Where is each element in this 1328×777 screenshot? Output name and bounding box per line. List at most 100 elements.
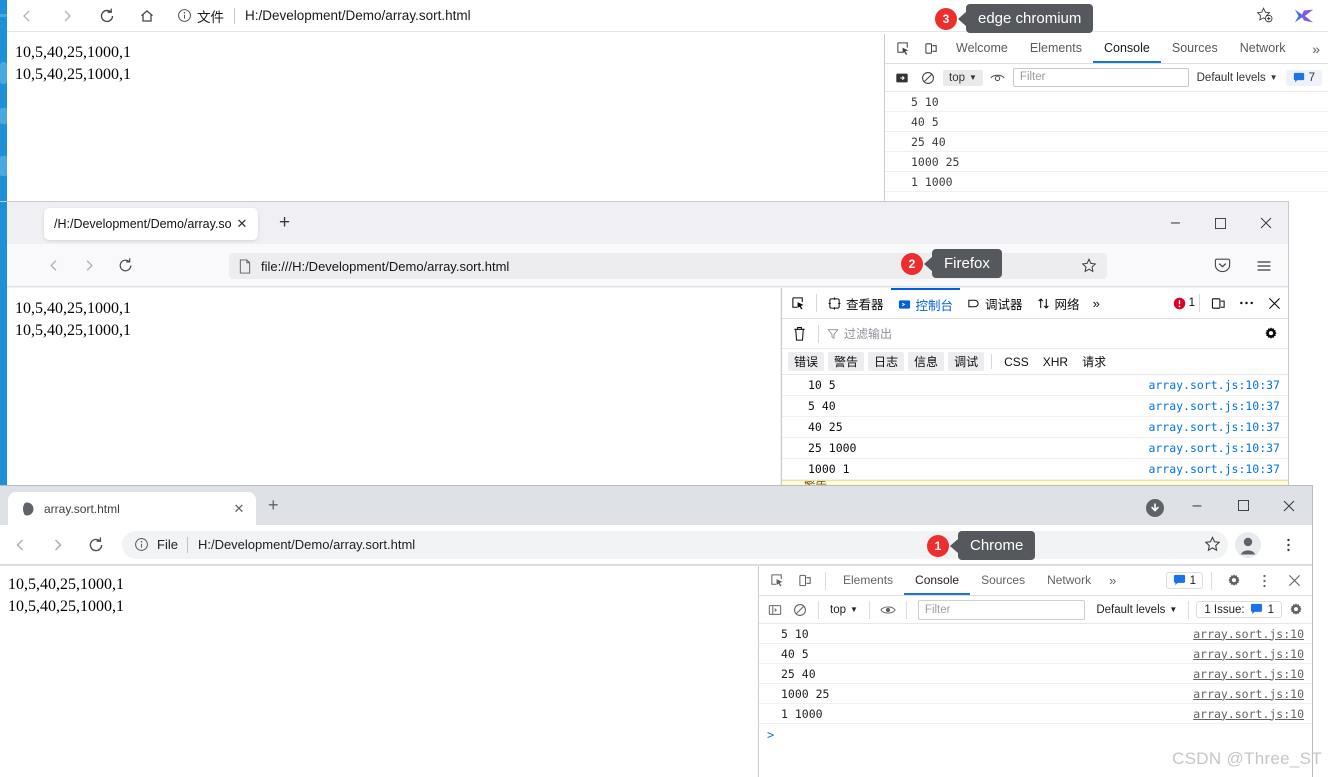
filter-css[interactable]: CSS: [999, 354, 1034, 370]
more-tabs-chevron-icon[interactable]: »: [1102, 573, 1123, 588]
close-devtools-icon[interactable]: [1280, 567, 1308, 595]
close-tab-icon[interactable]: ✕: [230, 501, 248, 517]
filter-xhr[interactable]: XHR: [1038, 354, 1073, 370]
bookmark-star-icon[interactable]: [1203, 535, 1228, 554]
console-filter-input[interactable]: Filter: [917, 599, 1086, 620]
tab-elements[interactable]: Elements: [832, 566, 904, 595]
level-info[interactable]: 信息: [908, 352, 945, 371]
tab-console[interactable]: Console: [904, 566, 971, 595]
new-tab-button[interactable]: +: [268, 496, 279, 514]
tab-console[interactable]: Console: [1092, 34, 1161, 63]
back-arrow-icon[interactable]: [7, 0, 47, 31]
close-devtools-icon[interactable]: [1260, 288, 1288, 318]
more-tabs-chevron-icon[interactable]: »: [1087, 296, 1106, 311]
clear-console-icon[interactable]: [917, 67, 939, 89]
console-prompt[interactable]: >: [759, 724, 1312, 746]
reload-icon[interactable]: [78, 527, 114, 563]
console-source-link[interactable]: array.sort.js:10:37: [1148, 399, 1280, 413]
firefox-tab[interactable]: /H:/Development/Demo/array.sort.l ✕: [44, 208, 258, 240]
pocket-icon[interactable]: [1204, 248, 1240, 284]
chrome-address-bar[interactable]: File H:/Development/Demo/array.sort.html: [122, 530, 1228, 559]
maximize-button[interactable]: [1198, 202, 1243, 244]
live-expression-icon[interactable]: [877, 599, 899, 621]
console-source-link[interactable]: array.sort.js:10:37: [1148, 378, 1280, 392]
tab-sources[interactable]: Sources: [970, 566, 1036, 595]
chrome-tab[interactable]: array.sort.html ✕: [8, 492, 256, 525]
forward-arrow-icon[interactable]: [47, 0, 87, 31]
tab-debugger[interactable]: 调试器: [960, 288, 1030, 318]
clear-console-icon[interactable]: [788, 326, 810, 342]
close-button[interactable]: [1266, 490, 1312, 522]
extension-icon[interactable]: [1284, 0, 1324, 31]
issues-badge[interactable]: 7: [1285, 69, 1322, 86]
error-count-badge[interactable]: 1: [1173, 297, 1195, 310]
console-source-link[interactable]: array.sort.js:10:37: [1148, 420, 1280, 434]
console-source-link[interactable]: array.sort.js:10:37: [1148, 462, 1280, 476]
tab-welcome[interactable]: Welcome: [945, 34, 1019, 63]
console-filter-input[interactable]: 过滤输出: [827, 325, 1252, 342]
level-errors[interactable]: 错误: [788, 352, 825, 371]
execution-context-selector[interactable]: top ▼: [943, 69, 983, 86]
responsive-design-mode-icon[interactable]: [1204, 288, 1232, 318]
more-tabs-chevron-icon[interactable]: »: [1304, 41, 1328, 57]
back-arrow-icon[interactable]: [2, 527, 38, 563]
devtools-more-options-icon[interactable]: [1250, 567, 1278, 595]
inspect-element-icon[interactable]: [763, 567, 791, 595]
device-toolbar-icon[interactable]: [791, 567, 819, 595]
forward-arrow-icon[interactable]: [71, 247, 107, 283]
maximize-button[interactable]: [1220, 490, 1266, 522]
minimize-button[interactable]: –: [1153, 202, 1198, 244]
device-toolbar-icon[interactable]: [917, 35, 945, 63]
hamburger-menu-icon[interactable]: [1246, 248, 1282, 284]
console-levels-dropdown[interactable]: Default levels ▼: [1193, 72, 1282, 84]
reload-icon[interactable]: [107, 247, 143, 283]
console-source-link[interactable]: array.sort.js:10: [1193, 687, 1304, 701]
add-favorite-star-icon[interactable]: [1244, 0, 1284, 31]
element-picker-icon[interactable]: [784, 288, 812, 318]
reload-icon[interactable]: [87, 0, 127, 31]
filter-requests[interactable]: 请求: [1077, 352, 1111, 371]
close-button[interactable]: [1243, 202, 1288, 244]
forward-arrow-icon[interactable]: [40, 527, 76, 563]
issues-badge[interactable]: 1: [1165, 572, 1203, 589]
inspect-element-icon[interactable]: [889, 35, 917, 63]
level-warnings[interactable]: 警告: [828, 352, 865, 371]
tab-sources[interactable]: Sources: [1161, 34, 1229, 63]
console-source-link[interactable]: array.sort.js:10: [1193, 707, 1304, 721]
console-levels-dropdown[interactable]: Default levels ▼: [1092, 604, 1181, 616]
tab-network[interactable]: 网络: [1030, 288, 1087, 318]
tab-inspector[interactable]: 查看器: [821, 288, 891, 318]
console-filter-input[interactable]: Filter: [1012, 68, 1189, 87]
issue-summary-badge[interactable]: 1 Issue: 1: [1196, 601, 1282, 618]
home-icon[interactable]: [127, 0, 167, 31]
three-dot-menu-icon[interactable]: [1270, 527, 1306, 563]
console-source-link[interactable]: array.sort.js:10: [1193, 627, 1304, 641]
live-expression-icon[interactable]: [987, 67, 1009, 89]
devtools-settings-gear-icon[interactable]: [1220, 567, 1248, 595]
console-source-link[interactable]: array.sort.js:10: [1193, 667, 1304, 681]
console-source-link[interactable]: array.sort.js:10:37: [1148, 441, 1280, 455]
back-arrow-icon[interactable]: [35, 247, 71, 283]
console-sidebar-icon[interactable]: [891, 67, 913, 89]
console-sidebar-icon[interactable]: [764, 599, 786, 621]
console-settings-gear-icon[interactable]: [1260, 326, 1282, 342]
execution-context-selector[interactable]: top ▼: [826, 604, 862, 616]
download-icon[interactable]: [1145, 498, 1165, 518]
page-info-icon[interactable]: [134, 537, 149, 552]
level-debug[interactable]: 调试: [948, 352, 985, 371]
profile-avatar-icon[interactable]: [1230, 527, 1266, 563]
console-source-link[interactable]: array.sort.js:10: [1193, 647, 1304, 661]
tab-network[interactable]: Network: [1229, 34, 1297, 63]
clear-console-icon[interactable]: [789, 599, 811, 621]
tab-elements[interactable]: Elements: [1019, 34, 1093, 63]
level-logs[interactable]: 日志: [868, 352, 905, 371]
bookmark-star-icon[interactable]: [1080, 257, 1098, 275]
close-tab-icon[interactable]: ✕: [232, 216, 252, 232]
console-settings-gear-icon[interactable]: [1285, 599, 1307, 621]
tab-network[interactable]: Network: [1036, 566, 1102, 595]
new-tab-button[interactable]: +: [279, 213, 290, 233]
minimize-button[interactable]: –: [1174, 490, 1220, 522]
tab-console[interactable]: 控制台: [890, 287, 961, 318]
devtools-options-icon[interactable]: [1232, 288, 1260, 318]
page-info-icon[interactable]: [177, 8, 192, 23]
